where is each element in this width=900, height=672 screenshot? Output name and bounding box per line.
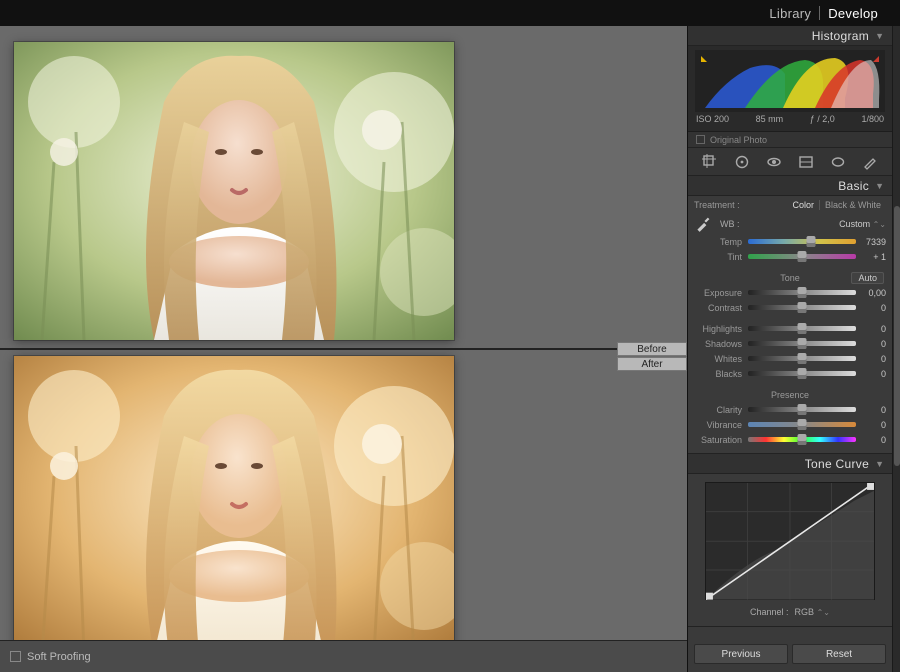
- channel-dropdown[interactable]: RGB ⌃⌄: [795, 607, 830, 617]
- blacks-value[interactable]: 0: [856, 369, 886, 379]
- histogram-display[interactable]: ISO 200 85 mm ƒ / 2,0 1/800: [688, 46, 892, 132]
- chevron-down-icon: ▼: [875, 181, 884, 191]
- highlights-slider[interactable]: [748, 326, 856, 331]
- soft-proofing-checkbox[interactable]: [10, 651, 21, 662]
- develop-right-panel: Histogram ▼ ISO 200 85 mm ƒ / 2,0: [687, 26, 892, 672]
- before-photo[interactable]: [14, 42, 454, 340]
- develop-toolbar: Soft Proofing: [0, 640, 687, 672]
- previous-button[interactable]: Previous: [694, 644, 788, 664]
- saturation-slider[interactable]: [748, 437, 856, 442]
- wb-dropdown[interactable]: Custom ⌃⌄: [839, 219, 886, 229]
- tint-slider[interactable]: [748, 254, 856, 259]
- contrast-slider[interactable]: [748, 305, 856, 310]
- panel-scrollbar[interactable]: [892, 26, 900, 672]
- before-after-divider[interactable]: [0, 348, 687, 350]
- clarity-slider[interactable]: [748, 407, 856, 412]
- soft-proofing-label: Soft Proofing: [27, 651, 91, 663]
- blacks-slider[interactable]: [748, 371, 856, 376]
- after-label[interactable]: After: [617, 357, 687, 371]
- develop-tool-strip: [688, 148, 892, 176]
- spot-removal-tool[interactable]: [732, 152, 752, 172]
- whites-slider[interactable]: [748, 356, 856, 361]
- graduated-filter-tool[interactable]: [796, 152, 816, 172]
- after-photo[interactable]: [14, 356, 454, 654]
- module-picker: Library Develop: [0, 0, 900, 26]
- tint-value[interactable]: + 1: [856, 252, 886, 262]
- chevron-down-icon: ▼: [875, 31, 884, 41]
- reset-button[interactable]: Reset: [792, 644, 886, 664]
- highlights-value[interactable]: 0: [856, 324, 886, 334]
- original-photo-toggle[interactable]: Original Photo: [688, 132, 892, 148]
- exposure-value[interactable]: 0,00: [856, 288, 886, 298]
- exif-readout: ISO 200 85 mm ƒ / 2,0 1/800: [694, 112, 886, 124]
- exposure-slider[interactable]: [748, 290, 856, 295]
- tone-curve-graph[interactable]: [705, 482, 875, 600]
- temp-slider[interactable]: [748, 239, 856, 244]
- saturation-value[interactable]: 0: [856, 435, 886, 445]
- treatment-bw[interactable]: Black & White: [820, 200, 886, 210]
- temp-value[interactable]: 7339: [856, 237, 886, 247]
- tone-curve-header[interactable]: Tone Curve ▼: [688, 454, 892, 474]
- wb-label: WB :: [720, 219, 746, 229]
- vibrance-value[interactable]: 0: [856, 420, 886, 430]
- before-label[interactable]: Before: [617, 342, 687, 356]
- module-library[interactable]: Library: [761, 6, 819, 21]
- treatment-color[interactable]: Color: [787, 200, 819, 210]
- whites-value[interactable]: 0: [856, 354, 886, 364]
- canvas-area: Before After: [0, 26, 687, 672]
- contrast-value[interactable]: 0: [856, 303, 886, 313]
- histogram-header[interactable]: Histogram ▼: [688, 26, 892, 46]
- basic-header[interactable]: Basic ▼: [688, 176, 892, 196]
- adjustment-brush-tool[interactable]: [860, 152, 880, 172]
- scrollbar-thumb[interactable]: [894, 206, 900, 466]
- shadows-value[interactable]: 0: [856, 339, 886, 349]
- shadows-slider[interactable]: [748, 341, 856, 346]
- module-develop[interactable]: Develop: [820, 6, 886, 21]
- auto-tone-button[interactable]: Auto: [851, 272, 884, 284]
- vibrance-slider[interactable]: [748, 422, 856, 427]
- chevron-down-icon: ▼: [875, 459, 884, 469]
- white-balance-picker-icon[interactable]: [694, 215, 712, 233]
- checkbox-icon: [696, 135, 705, 144]
- crop-overlay-tool[interactable]: [700, 152, 720, 172]
- clarity-value[interactable]: 0: [856, 405, 886, 415]
- treatment-label: Treatment :: [694, 200, 740, 210]
- radial-filter-tool[interactable]: [828, 152, 848, 172]
- presence-subheader: Presence: [771, 390, 809, 400]
- tone-subheader: Tone: [780, 273, 800, 283]
- red-eye-tool[interactable]: [764, 152, 784, 172]
- channel-label: Channel :: [750, 607, 789, 617]
